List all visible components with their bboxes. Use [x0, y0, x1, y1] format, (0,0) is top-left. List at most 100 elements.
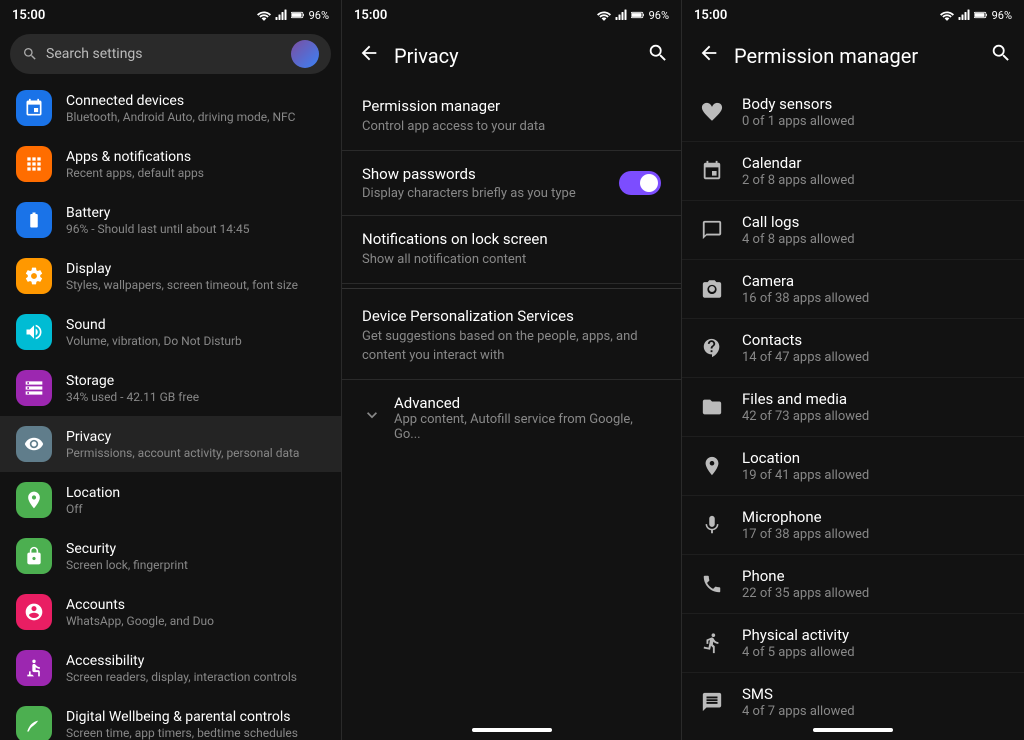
perm-item-physical-activity[interactable]: Physical activity 4 of 5 apps allowed [682, 614, 1024, 673]
perm-item-sms[interactable]: SMS 4 of 7 apps allowed [682, 673, 1024, 720]
privacy-icon [16, 426, 52, 462]
display-title: Display [66, 261, 298, 277]
privacy-item-show-passwords[interactable]: Show passwords Display characters briefl… [342, 151, 681, 216]
settings-item-security[interactable]: Security Screen lock, fingerprint [0, 528, 341, 584]
call-logs-title: Call logs [742, 213, 855, 231]
perm-item-microphone[interactable]: Microphone 17 of 38 apps allowed [682, 496, 1024, 555]
battery-subtitle: 96% - Should last until about 14:45 [66, 222, 249, 236]
files-media-subtitle: 42 of 73 apps allowed [742, 409, 869, 424]
settings-item-digital[interactable]: Digital Wellbeing & parental controls Sc… [0, 696, 341, 740]
show-passwords-content: Show passwords Display characters briefl… [362, 165, 607, 201]
privacy-item-device-personalization[interactable]: Device Personalization Services Get sugg… [342, 293, 681, 379]
privacy-title: Privacy [66, 429, 299, 445]
sms-subtitle: 4 of 7 apps allowed [742, 704, 855, 719]
microphone-subtitle: 17 of 38 apps allowed [742, 527, 869, 542]
camera-title: Camera [742, 272, 869, 290]
privacy-header: Privacy [342, 28, 681, 83]
sms-title: SMS [742, 685, 855, 703]
settings-item-connected[interactable]: Connected devices Bluetooth, Android Aut… [0, 80, 341, 136]
camera-text: Camera 16 of 38 apps allowed [742, 272, 869, 306]
perm-item-location[interactable]: Location 19 of 41 apps allowed [682, 437, 1024, 496]
battery-text: Battery 96% - Should last until about 14… [66, 205, 249, 236]
privacy-bottom-bar [342, 720, 681, 740]
settings-item-accessibility[interactable]: Accessibility Screen readers, display, i… [0, 640, 341, 696]
privacy-item-notifications[interactable]: Notifications on lock screen Show all no… [342, 216, 681, 284]
privacy-search-button[interactable] [647, 42, 669, 69]
perm-location-text: Location 19 of 41 apps allowed [742, 449, 869, 483]
accessibility-title: Accessibility [66, 653, 297, 669]
perm-item-call-logs[interactable]: Call logs 4 of 8 apps allowed [682, 201, 1024, 260]
perm-item-contacts[interactable]: Contacts 14 of 47 apps allowed [682, 319, 1024, 378]
perm-item-calendar[interactable]: Calendar 2 of 8 apps allowed [682, 142, 1024, 201]
accessibility-subtitle: Screen readers, display, interaction con… [66, 670, 297, 684]
calendar-subtitle: 2 of 8 apps allowed [742, 173, 855, 188]
notifications-subtitle: Show all notification content [362, 251, 661, 269]
privacy-item-advanced[interactable]: Advanced App content, Autofill service f… [342, 380, 681, 456]
perm-item-files-media[interactable]: Files and media 42 of 73 apps allowed [682, 378, 1024, 437]
perm-wifi-icon [940, 9, 954, 21]
phone-subtitle: 22 of 35 apps allowed [742, 586, 869, 601]
physical-activity-icon [698, 629, 726, 657]
status-time: 15:00 [12, 8, 45, 23]
privacy-back-button[interactable] [354, 38, 384, 73]
settings-item-sound[interactable]: Sound Volume, vibration, Do Not Disturb [0, 304, 341, 360]
settings-item-display[interactable]: Display Styles, wallpapers, screen timeo… [0, 248, 341, 304]
privacy-bottom-indicator [472, 728, 552, 732]
search-bar[interactable]: Search settings [10, 34, 331, 74]
storage-title: Storage [66, 373, 199, 389]
privacy-title: Privacy [394, 44, 637, 68]
sms-text: SMS 4 of 7 apps allowed [742, 685, 855, 719]
settings-item-apps[interactable]: Apps & notifications Recent apps, defaul… [0, 136, 341, 192]
accounts-icon [16, 594, 52, 630]
show-passwords-toggle[interactable] [619, 171, 661, 195]
privacy-battery-icon [631, 9, 645, 21]
advanced-subtitle: App content, Autofill service from Googl… [394, 412, 661, 442]
settings-item-accounts[interactable]: Accounts WhatsApp, Google, and Duo [0, 584, 341, 640]
perm-header: Permission manager [682, 28, 1024, 83]
storage-text: Storage 34% used - 42.11 GB free [66, 373, 199, 404]
display-icon [16, 258, 52, 294]
digital-subtitle: Screen time, app timers, bedtime schedul… [66, 726, 298, 740]
privacy-status-bar: 15:00 96% [342, 0, 681, 28]
connected-subtitle: Bluetooth, Android Auto, driving mode, N… [66, 110, 295, 124]
settings-item-privacy[interactable]: Privacy Permissions, account activity, p… [0, 416, 341, 472]
location-icon [16, 482, 52, 518]
privacy-status-icons: 96% [597, 9, 669, 22]
location-subtitle: Off [66, 502, 120, 516]
perm-status-icons: 96% [940, 9, 1012, 22]
perm-bottom-indicator [813, 728, 893, 732]
perm-title: Permission manager [734, 44, 980, 68]
sound-icon [16, 314, 52, 350]
accessibility-text: Accessibility Screen readers, display, i… [66, 653, 297, 684]
perm-signal-icon [958, 9, 970, 21]
phone-text: Phone 22 of 35 apps allowed [742, 567, 869, 601]
search-placeholder: Search settings [46, 46, 143, 62]
perm-location-subtitle: 19 of 41 apps allowed [742, 468, 869, 483]
perm-battery-icon [974, 9, 988, 21]
display-text: Display Styles, wallpapers, screen timeo… [66, 261, 298, 292]
perm-back-button[interactable] [694, 38, 724, 73]
perm-item-camera[interactable]: Camera 16 of 38 apps allowed [682, 260, 1024, 319]
call-logs-subtitle: 4 of 8 apps allowed [742, 232, 855, 247]
contacts-icon [698, 334, 726, 362]
perm-item-phone[interactable]: Phone 22 of 35 apps allowed [682, 555, 1024, 614]
perm-item-body-sensors[interactable]: Body sensors 0 of 1 apps allowed [682, 83, 1024, 142]
files-media-title: Files and media [742, 390, 869, 408]
accounts-text: Accounts WhatsApp, Google, and Duo [66, 597, 214, 628]
perm-status-time: 15:00 [694, 8, 727, 23]
physical-activity-subtitle: 4 of 5 apps allowed [742, 645, 855, 660]
settings-item-battery[interactable]: Battery 96% - Should last until about 14… [0, 192, 341, 248]
microphone-text: Microphone 17 of 38 apps allowed [742, 508, 869, 542]
perm-search-button[interactable] [990, 42, 1012, 69]
settings-item-location[interactable]: Location Off [0, 472, 341, 528]
digital-text: Digital Wellbeing & parental controls Sc… [66, 709, 298, 740]
perm-list: Body sensors 0 of 1 apps allowed Calenda… [682, 83, 1024, 720]
signal-icon [275, 9, 287, 21]
call-logs-icon [698, 216, 726, 244]
files-media-icon [698, 393, 726, 421]
privacy-item-permission-manager[interactable]: Permission manager Control app access to… [342, 83, 681, 151]
settings-item-storage[interactable]: Storage 34% used - 42.11 GB free [0, 360, 341, 416]
user-avatar[interactable] [291, 40, 319, 68]
body-sensors-subtitle: 0 of 1 apps allowed [742, 114, 855, 129]
battery-settings-icon [16, 202, 52, 238]
